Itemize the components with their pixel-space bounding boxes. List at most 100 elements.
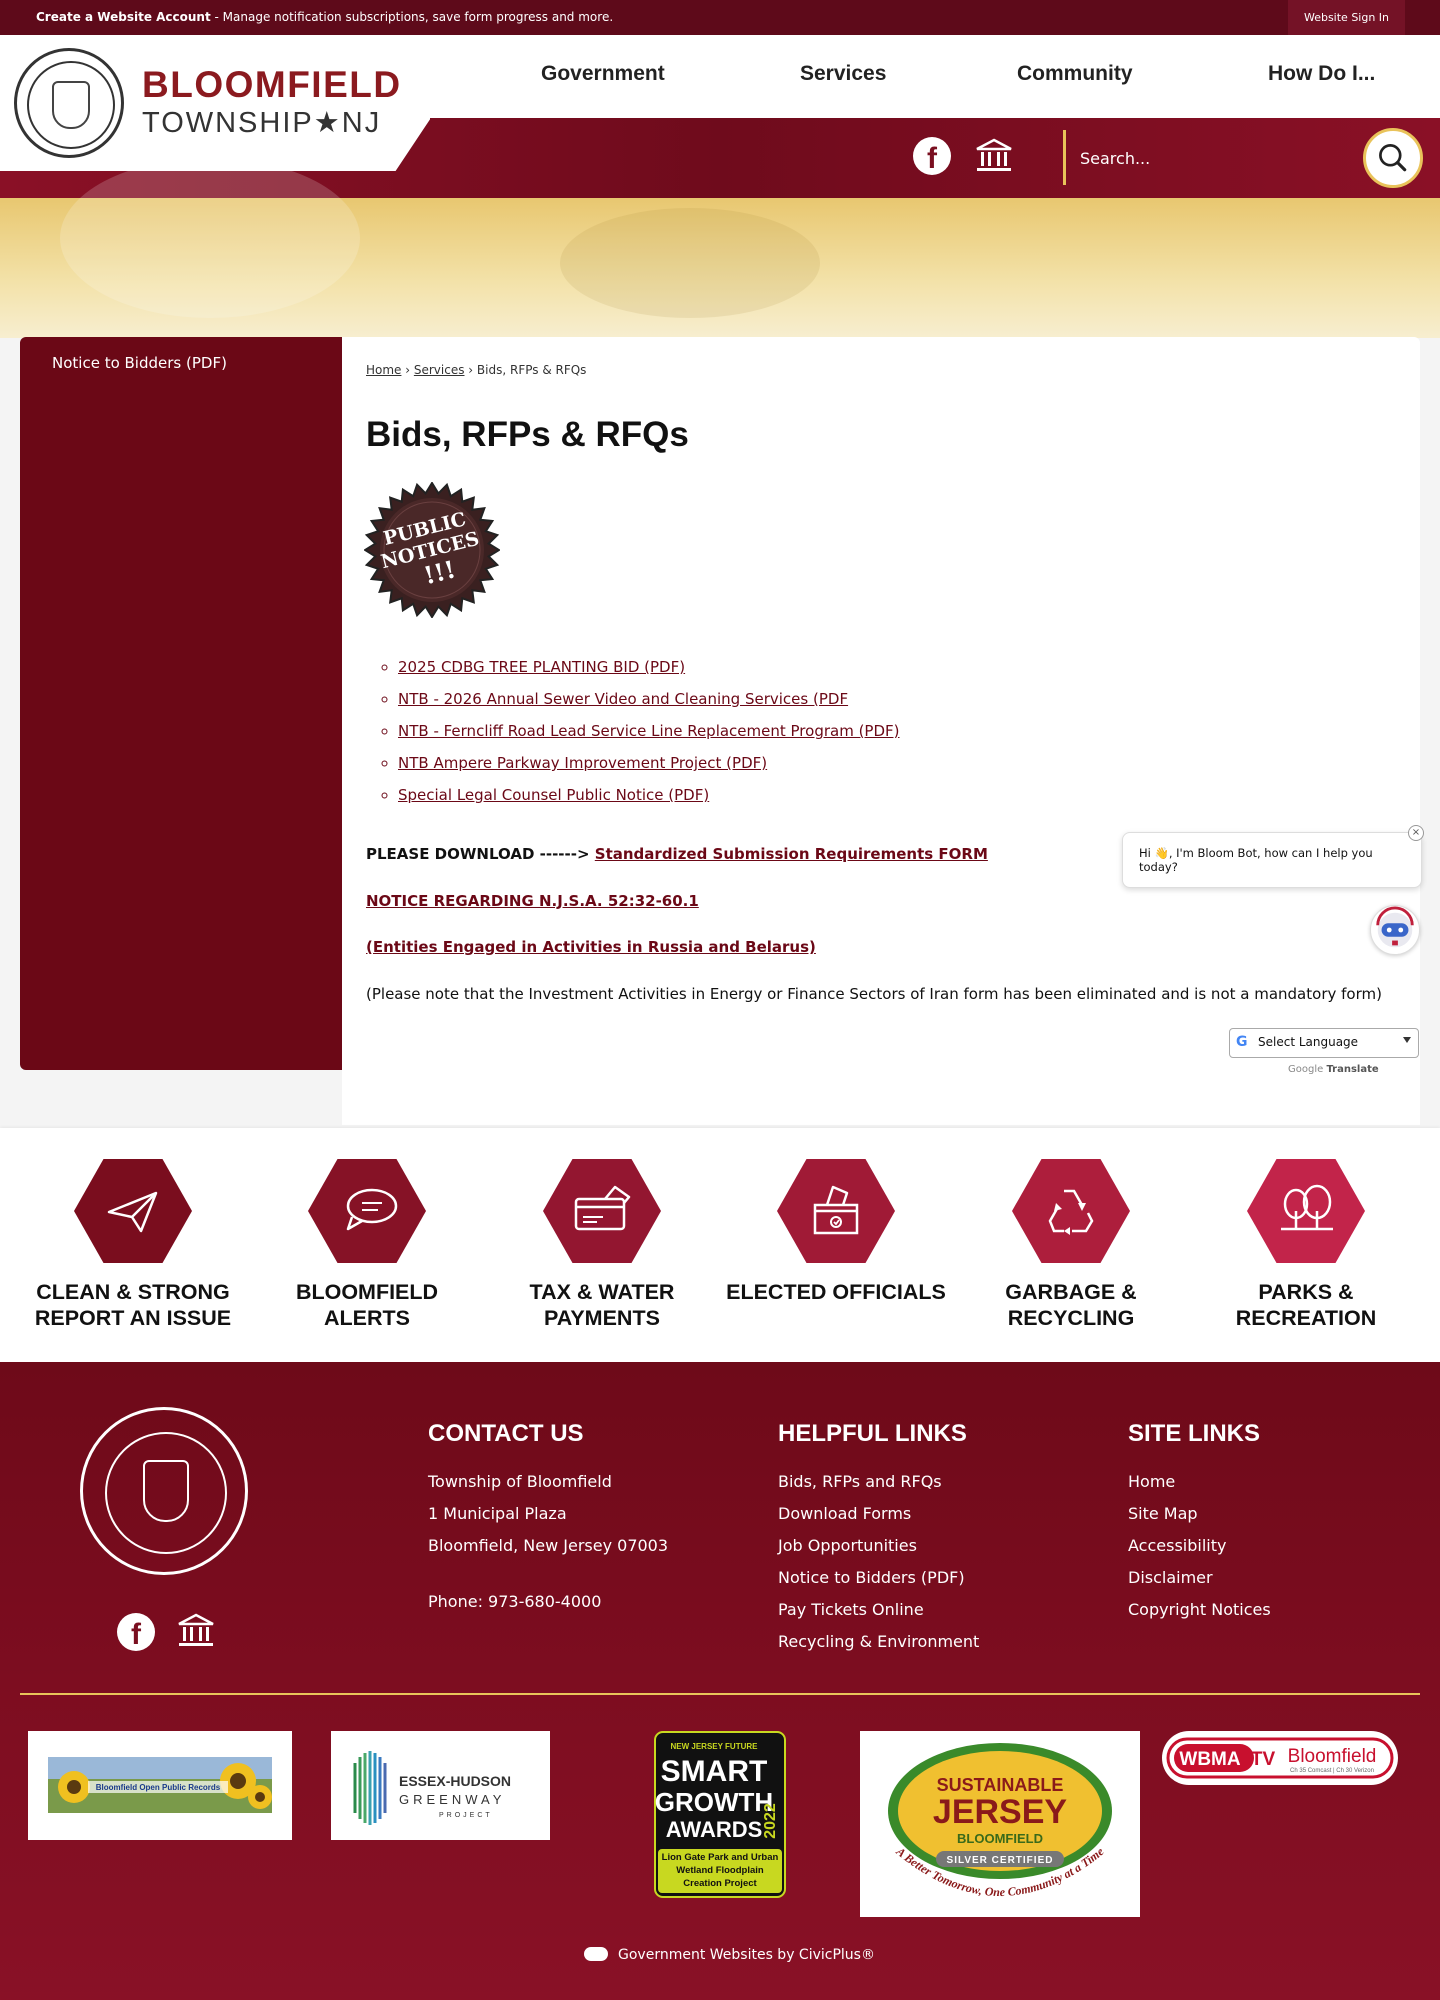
bid-links-list: 2025 CDBG TREE PLANTING BID (PDF) NTB - … xyxy=(398,658,900,818)
list-item: NTB - 2026 Annual Sewer Video and Cleani… xyxy=(398,690,900,722)
breadcrumb-services[interactable]: Services xyxy=(414,363,465,377)
helpful-link-forms[interactable]: Download Forms xyxy=(778,1498,979,1530)
sustainable-jersey-logo[interactable]: SUSTAINABLE JERSEY BLOOMFIELD SILVER CER… xyxy=(860,1731,1140,1917)
site-link-disclaimer[interactable]: Disclaimer xyxy=(1128,1562,1271,1594)
essex-line-3: PROJECT xyxy=(439,1812,493,1819)
helpful-link-recycling[interactable]: Recycling & Environment xyxy=(778,1626,979,1658)
hero-banner xyxy=(0,158,1440,338)
helpful-link-bids[interactable]: Bids, RFPs and RFQs xyxy=(778,1466,979,1498)
entities-russia-belarus-link[interactable]: (Entities Engaged in Activities in Russi… xyxy=(366,938,816,956)
wbma-line-4: Ch 35 Comcast | Ch 30 Verizon xyxy=(1290,1768,1374,1774)
smart-line-3: AWARDS xyxy=(666,1817,763,1842)
quicklink-label: PARKS & RECREATION xyxy=(1191,1279,1421,1331)
translate-word[interactable]: Translate xyxy=(1326,1064,1378,1075)
site-links: Home Site Map Accessibility Disclaimer C… xyxy=(1128,1466,1271,1626)
quicklink-elected-officials[interactable]: ELECTED OFFICIALS xyxy=(721,1128,951,1362)
quicklink-label: GARBAGE & RECYCLING xyxy=(956,1279,1186,1331)
opra-banner[interactable]: Bloomfield Open Public Records xyxy=(28,1731,292,1840)
government-building-icon[interactable] xyxy=(975,138,1013,174)
bid-link-cdbg-tree[interactable]: 2025 CDBG TREE PLANTING BID (PDF) xyxy=(398,658,685,676)
quicklink-parks-recreation[interactable]: PARKS & RECREATION xyxy=(1191,1128,1421,1362)
bid-link-ampere[interactable]: NTB Ampere Parkway Improvement Project (… xyxy=(398,754,767,772)
search-input[interactable] xyxy=(1080,135,1360,181)
iran-form-note: (Please note that the Investment Activit… xyxy=(366,985,1382,1003)
smart-caption: Lion Gate Park and Urban Wetland Floodpl… xyxy=(661,1852,779,1889)
nav-services[interactable]: Services xyxy=(800,62,886,86)
brand-subtitle[interactable]: TOWNSHIP★NJ xyxy=(142,105,381,140)
sj-line-3: BLOOMFIELD xyxy=(957,1831,1043,1846)
quicklink-label-line1: GARBAGE & xyxy=(1005,1280,1137,1304)
chevron-down-icon xyxy=(1403,1037,1411,1043)
chatbot-launcher-icon[interactable] xyxy=(1370,905,1420,955)
greenway-graphic: ESSEX-HUDSON GREENWAY PROJECT xyxy=(353,1751,511,1825)
opra-caption: Bloomfield Open Public Records xyxy=(96,1783,221,1792)
quicklink-clean-strong[interactable]: CLEAN & STRONG REPORT AN ISSUE xyxy=(18,1128,248,1362)
smart-growth-award-logo[interactable]: NEW JERSEY FUTURE SMART GROWTH AWARDS 20… xyxy=(654,1731,786,1898)
submission-form-link[interactable]: Standardized Submission Requirements FOR… xyxy=(595,845,988,863)
government-building-icon[interactable] xyxy=(177,1613,215,1649)
sustainable-jersey-graphic: SUSTAINABLE JERSEY BLOOMFIELD SILVER CER… xyxy=(888,1743,1112,1899)
smart-year: 2022 xyxy=(762,1803,779,1839)
google-g-icon: G xyxy=(1236,1034,1248,1050)
chatbot-greeting[interactable]: Hi 👋, I'm Bloom Bot, how can I help you … xyxy=(1122,832,1422,888)
entities-notice: (Entities Engaged in Activities in Russi… xyxy=(366,938,816,956)
page-title: Bids, RFPs & RFQs xyxy=(366,415,689,454)
quicklink-garbage-recycling[interactable]: GARBAGE & RECYCLING xyxy=(956,1128,1186,1362)
sj-line-1: SUSTAINABLE xyxy=(937,1775,1064,1795)
quicklink-label-line1: CLEAN & STRONG xyxy=(36,1280,230,1304)
contact-line: Bloomfield, New Jersey 07003 xyxy=(428,1536,669,1555)
smart-line-1: SMART xyxy=(661,1755,768,1788)
site-links-heading: SITE LINKS xyxy=(1128,1420,1261,1447)
google-wordmark: Google xyxy=(1288,1064,1324,1075)
civicplus-text: Government Websites by CivicPlus® xyxy=(618,1947,875,1963)
payment-card-icon xyxy=(574,1185,631,1231)
helpful-link-notice-bidders[interactable]: Notice to Bidders (PDF) xyxy=(778,1562,979,1594)
njsa-notice-link[interactable]: NOTICE REGARDING N.J.S.A. 52:32-60.1 xyxy=(366,892,699,910)
create-account-message: Create a Website Account - Manage notifi… xyxy=(36,10,613,24)
bid-link-ferncliff[interactable]: NTB - Ferncliff Road Lead Service Line R… xyxy=(398,722,900,740)
bid-link-sewer-video[interactable]: NTB - 2026 Annual Sewer Video and Cleani… xyxy=(398,690,848,708)
quicklink-label: TAX & WATER PAYMENTS xyxy=(487,1279,717,1331)
nav-how-do-i[interactable]: How Do I... xyxy=(1268,62,1375,86)
facebook-icon[interactable]: f xyxy=(117,1613,155,1651)
contact-info: Township of Bloomfield 1 Municipal Plaza… xyxy=(428,1466,668,1618)
brand-name[interactable]: BLOOMFIELD xyxy=(142,64,402,106)
nav-community[interactable]: Community xyxy=(1017,62,1133,86)
chatbot-close-button[interactable]: × xyxy=(1408,825,1424,841)
create-account-link[interactable]: Create a Website Account xyxy=(36,10,211,24)
facebook-icon[interactable]: f xyxy=(913,137,951,175)
nav-government[interactable]: Government xyxy=(541,62,665,86)
breadcrumb-home[interactable]: Home xyxy=(366,363,401,377)
site-link-home[interactable]: Home xyxy=(1128,1466,1271,1498)
footer-seal-logo[interactable] xyxy=(80,1407,248,1575)
hexagon-tile xyxy=(74,1159,192,1263)
township-seal-logo[interactable] xyxy=(14,48,124,158)
bid-link-legal-counsel[interactable]: Special Legal Counsel Public Notice (PDF… xyxy=(398,786,709,804)
wbma-tv-logo[interactable]: WBMA TV Bloomfield Ch 35 Comcast | Ch 30… xyxy=(1162,1731,1398,1785)
quicklink-tax-water[interactable]: TAX & WATER PAYMENTS xyxy=(487,1128,717,1362)
essex-hudson-greenway-logo[interactable]: ESSEX-HUDSON GREENWAY PROJECT xyxy=(331,1731,550,1840)
helpful-link-jobs[interactable]: Job Opportunities xyxy=(778,1530,979,1562)
paper-plane-icon xyxy=(107,1191,158,1233)
site-link-site-map[interactable]: Site Map xyxy=(1128,1498,1271,1530)
select-language-dropdown[interactable]: G Select Language xyxy=(1229,1028,1419,1058)
quicklink-label-line2: ALERTS xyxy=(324,1306,410,1330)
hexagon-tile xyxy=(1247,1159,1365,1263)
helpful-link-pay-tickets[interactable]: Pay Tickets Online xyxy=(778,1594,979,1626)
download-prefix: PLEASE DOWNLOAD ------> xyxy=(366,845,595,863)
website-sign-in-button[interactable]: Website Sign In xyxy=(1288,0,1405,35)
njsa-notice: NOTICE REGARDING N.J.S.A. 52:32-60.1 xyxy=(366,892,699,910)
search-button[interactable] xyxy=(1363,128,1423,188)
essex-line-2: GREENWAY xyxy=(399,1792,505,1807)
contact-phone[interactable]: Phone: 973-680-4000 xyxy=(428,1586,668,1618)
sj-line-2: JERSEY xyxy=(933,1793,1067,1831)
civicplus-credit[interactable]: Government Websites by CivicPlus® xyxy=(584,1947,875,1963)
site-link-accessibility[interactable]: Accessibility xyxy=(1128,1530,1271,1562)
wbma-line-2: TV xyxy=(1251,1749,1276,1770)
google-translate-credit: Google Translate xyxy=(1288,1064,1379,1075)
site-link-copyright[interactable]: Copyright Notices xyxy=(1128,1594,1271,1626)
sidebar-item-notice-to-bidders[interactable]: Notice to Bidders (PDF) xyxy=(52,354,227,372)
footer-divider xyxy=(20,1693,1420,1695)
create-account-desc: - Manage notification subscriptions, sav… xyxy=(210,10,614,24)
quicklink-bloomfield-alerts[interactable]: BLOOMFIELD ALERTS xyxy=(252,1128,482,1362)
